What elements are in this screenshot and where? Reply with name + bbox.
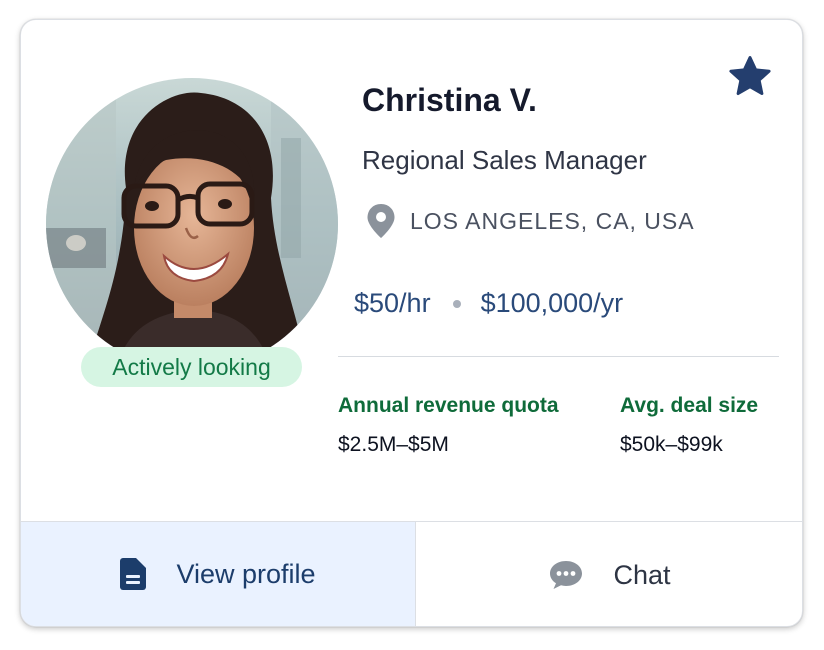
metric-value-quota: $2.5M–$5M xyxy=(338,433,449,456)
metric-value-deal-size: $50k–$99k xyxy=(620,433,723,456)
card-actions: View profile Chat xyxy=(21,521,802,626)
location-text: LOS ANGELES, CA, USA xyxy=(410,207,695,234)
metric-label-deal-size: Avg. deal size xyxy=(620,394,759,417)
status-badge: Actively looking xyxy=(81,347,302,387)
separator-dot xyxy=(452,299,461,308)
view-profile-label: View profile xyxy=(176,558,316,589)
chat-button[interactable]: Chat xyxy=(415,522,802,626)
location: LOS ANGELES, CA, USA xyxy=(366,203,695,239)
hourly-rate: $50/hr xyxy=(354,288,431,318)
star-icon[interactable] xyxy=(726,53,774,101)
job-title: Regional Sales Manager xyxy=(362,145,647,175)
annual-rate: $100,000/yr xyxy=(480,288,624,318)
chat-bubble-icon xyxy=(550,561,583,589)
document-icon xyxy=(120,558,147,590)
divider xyxy=(338,356,779,357)
candidate-card: Actively looking Christina V. Regional S… xyxy=(20,19,803,627)
chat-label: Chat xyxy=(613,559,671,590)
map-pin-icon xyxy=(367,204,395,238)
rates: $50/hr $100,000/yr xyxy=(354,288,623,319)
metric-label-quota: Annual revenue quota xyxy=(338,394,559,417)
candidate-name: Christina V. xyxy=(362,82,537,118)
avatar xyxy=(46,78,338,370)
view-profile-button[interactable]: View profile xyxy=(21,522,415,626)
